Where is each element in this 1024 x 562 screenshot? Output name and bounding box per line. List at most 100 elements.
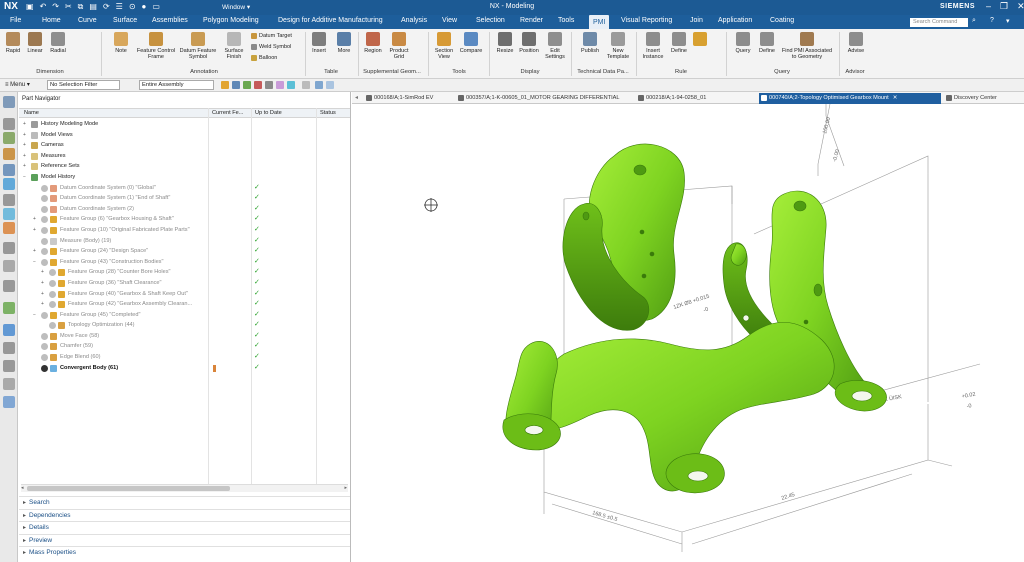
weld-symbol-button[interactable]: Weld Symbol bbox=[251, 44, 291, 50]
tree-row[interactable]: Edge Blend (60) ✓ bbox=[19, 352, 350, 363]
restore-icon[interactable]: ❐ bbox=[1000, 1, 1008, 12]
tree-row[interactable]: Move Face (58) ✓ bbox=[19, 331, 350, 342]
view-icon[interactable] bbox=[315, 81, 323, 89]
document-tab[interactable]: Discovery Center bbox=[944, 93, 1014, 104]
window-menu[interactable]: Window ▾ bbox=[222, 3, 250, 11]
tree-row[interactable]: + Feature Group (10) "Original Fabricated… bbox=[19, 225, 350, 236]
menu-tab-curve[interactable]: Curve bbox=[78, 17, 97, 24]
document-tab[interactable]: 000218/A;1-94-0258_01 bbox=[636, 93, 756, 104]
tree-row[interactable]: Topology Optimization (44) ✓ bbox=[19, 320, 350, 331]
product-grid-button[interactable]: Product Grid bbox=[386, 32, 412, 60]
column-status[interactable]: Status bbox=[320, 110, 336, 116]
hidden-eye-icon[interactable] bbox=[41, 258, 48, 266]
menu-tab-tools[interactable]: Tools bbox=[558, 17, 574, 24]
panel-preview[interactable]: Preview bbox=[19, 533, 350, 546]
pin-icon[interactable]: ⊙ bbox=[129, 2, 136, 12]
close-icon[interactable]: ✕ bbox=[1017, 1, 1024, 12]
expand-toggle-icon[interactable]: − bbox=[33, 310, 36, 321]
menu-tab-design-for-additive-manufacturing[interactable]: Design for Additive Manufacturing bbox=[278, 17, 383, 24]
panel-details[interactable]: Details bbox=[19, 521, 350, 534]
menu-tab-join[interactable]: Join bbox=[690, 17, 703, 24]
menu-button[interactable]: ≡ Menu ▾ bbox=[5, 81, 30, 88]
tree-row[interactable]: + History Modeling Mode bbox=[19, 119, 350, 130]
section-view-button[interactable]: Section View bbox=[432, 32, 456, 60]
tree-row[interactable]: Convergent Body (61) ✓ bbox=[19, 363, 350, 374]
panel-search[interactable]: Search bbox=[19, 496, 350, 509]
redo-icon[interactable]: ↷ bbox=[52, 2, 59, 12]
hidden-eye-icon[interactable] bbox=[41, 216, 48, 224]
constraint-navigator-icon[interactable] bbox=[3, 148, 15, 160]
help-icon[interactable]: ? bbox=[990, 17, 994, 24]
scroll-right-icon[interactable]: ▸ bbox=[344, 485, 347, 491]
column-up-to-date[interactable]: Up to Date bbox=[255, 110, 282, 116]
help-icon[interactable] bbox=[3, 396, 15, 408]
paste-icon[interactable]: ▤ bbox=[89, 2, 97, 12]
hidden-eye-icon[interactable] bbox=[41, 311, 48, 319]
hidden-eye-icon[interactable] bbox=[49, 322, 56, 330]
hidden-eye-icon[interactable] bbox=[41, 205, 48, 213]
menu-tab-home[interactable]: Home bbox=[42, 17, 61, 24]
document-tab[interactable]: 000357/A;1-K-00605_01_MOTOR GEARING DIFF… bbox=[456, 93, 634, 104]
system-materials-icon[interactable] bbox=[3, 222, 15, 234]
hidden-eye-icon[interactable] bbox=[41, 332, 48, 340]
assembly-navigator-icon[interactable] bbox=[3, 132, 15, 144]
selection-filter-dropdown[interactable]: No Selection Filter bbox=[47, 80, 120, 90]
tree-row[interactable]: + Feature Group (24) "Design Space" ✓ bbox=[19, 246, 350, 257]
publish-button[interactable]: Publish bbox=[577, 32, 603, 54]
menu-tab-view[interactable]: View bbox=[442, 17, 457, 24]
snap-icon[interactable] bbox=[243, 81, 251, 89]
hidden-eye-icon[interactable] bbox=[41, 354, 48, 362]
hidden-eye-icon[interactable] bbox=[41, 248, 48, 256]
panel-mass-properties[interactable]: Mass Properties bbox=[19, 546, 350, 559]
hidden-eye-icon[interactable] bbox=[49, 301, 56, 309]
tree-row[interactable]: Measure (Body) (19) ✓ bbox=[19, 236, 350, 247]
select-icon[interactable] bbox=[232, 81, 240, 89]
ribbon-options-icon[interactable]: ▾ bbox=[1006, 17, 1010, 25]
find-pmi-associated-button[interactable]: Find PMI Associated to Geometry bbox=[780, 32, 834, 60]
new-template-button[interactable]: New Template bbox=[604, 32, 632, 60]
more-button[interactable]: More bbox=[333, 32, 355, 54]
tree-row[interactable]: Chamfer (59) ✓ bbox=[19, 341, 350, 352]
tree-row[interactable]: − Model History bbox=[19, 172, 350, 183]
note-button[interactable]: Note bbox=[110, 32, 132, 54]
hidden-eye-icon[interactable] bbox=[41, 343, 48, 351]
compare-button[interactable]: Compare bbox=[458, 32, 484, 54]
filter-icon[interactable] bbox=[221, 81, 229, 89]
web-browser-icon[interactable] bbox=[3, 194, 15, 206]
horizontal-scrollbar[interactable]: ◂ ▸ bbox=[21, 484, 348, 492]
grid-icon[interactable] bbox=[302, 81, 310, 89]
expand-toggle-icon[interactable]: + bbox=[41, 289, 44, 300]
system-scenes-icon[interactable] bbox=[3, 302, 15, 314]
clock-icon[interactable] bbox=[3, 342, 15, 354]
expand-toggle-icon[interactable]: + bbox=[41, 278, 44, 289]
tree-row[interactable]: − Feature Group (45) "Completed" ✓ bbox=[19, 310, 350, 321]
copy-icon[interactable]: ⧉ bbox=[78, 2, 84, 12]
touch-mode-icon[interactable]: ☰ bbox=[116, 2, 123, 12]
visible-eye-icon[interactable] bbox=[41, 364, 48, 372]
datum-feature-symbol-button[interactable]: Datum Feature Symbol bbox=[178, 32, 218, 60]
tree-row[interactable]: + Feature Group (28) "Counter Bore Holes"… bbox=[19, 267, 350, 278]
radial-button[interactable]: Radial bbox=[48, 32, 68, 54]
repeat-icon[interactable]: ⟳ bbox=[103, 2, 110, 12]
rapid-button[interactable]: Rapid bbox=[4, 32, 22, 54]
tree-row[interactable]: + Feature Group (36) "Shaft Clearance" ✓ bbox=[19, 278, 350, 289]
menu-tab-pmi[interactable]: PMI bbox=[589, 15, 610, 29]
datum-target-button[interactable]: Datum Target bbox=[251, 33, 292, 39]
expand-toggle-icon[interactable]: + bbox=[33, 246, 36, 257]
mic-icon[interactable]: ● bbox=[142, 2, 147, 12]
document-tab[interactable]: 000740/A;2-Topology Optimised Gearbox Mo… bbox=[759, 93, 941, 104]
edit-settings-button[interactable]: Edit Settings bbox=[543, 32, 567, 60]
tree-row[interactable]: + Feature Group (40) "Gearbox & Shaft Kee… bbox=[19, 289, 350, 300]
settings-icon[interactable] bbox=[3, 96, 15, 108]
hidden-eye-icon[interactable] bbox=[41, 237, 48, 245]
menu-tab-render[interactable]: Render bbox=[520, 17, 543, 24]
resize-button[interactable]: Resize bbox=[494, 32, 516, 54]
linear-button[interactable]: Linear bbox=[26, 32, 44, 54]
expand-toggle-icon[interactable]: + bbox=[33, 225, 36, 236]
manufacturing-wizards-icon[interactable] bbox=[3, 260, 15, 272]
menu-tab-analysis[interactable]: Analysis bbox=[401, 17, 427, 24]
edge-icon[interactable] bbox=[276, 81, 284, 89]
menu-tab-file[interactable]: File bbox=[10, 17, 21, 24]
scroll-left-icon[interactable]: ◂ bbox=[21, 485, 24, 491]
tree-row[interactable]: + Reference Sets bbox=[19, 161, 350, 172]
